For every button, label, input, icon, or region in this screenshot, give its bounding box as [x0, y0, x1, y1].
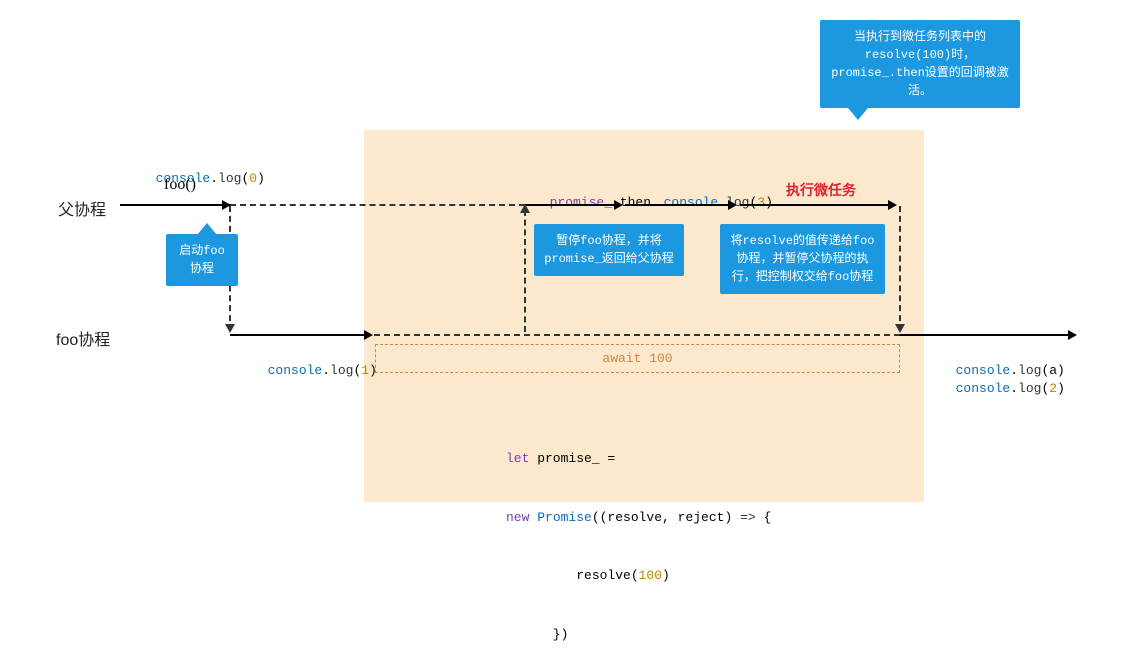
microtask-note-tail — [848, 108, 868, 120]
parent-line-2a — [525, 204, 620, 206]
foo-arrow-2 — [1068, 330, 1077, 340]
pause-foo-callout: 暂停foo协程，并将promise_返回给父协程 — [534, 224, 684, 276]
foo-line-1 — [230, 334, 370, 336]
foo-coroutine-label: foo协程 — [56, 326, 110, 350]
microtask-note-text: 当执行到微任务列表中的resolve(100)时，promise_.then设置… — [831, 30, 1009, 98]
start-foo-tail — [197, 223, 217, 235]
start-foo-text: 启动foo 协程 — [179, 244, 225, 276]
await-text: await 100 — [602, 351, 672, 366]
arrow-2 — [614, 200, 623, 210]
parent-line-1 — [120, 204, 230, 206]
pause-foo-text: 暂停foo协程，并将promise_返回给父协程 — [544, 234, 674, 266]
arrow-4 — [888, 200, 897, 210]
v-arrow-2 — [520, 204, 530, 213]
pass-resolve-text: 将resolve的值传递给foo协程，并暂停父协程的执行，把控制权交给foo协程 — [730, 234, 874, 284]
console-log-2: console.log(2) — [940, 366, 1065, 396]
v-arrow-3 — [895, 324, 905, 333]
foo-call: foo() — [164, 176, 196, 194]
pass-resolve-callout: 将resolve的值传递给foo协程，并暂停父协程的执行，把控制权交给foo协程 — [720, 224, 885, 294]
v-arrow-1 — [225, 324, 235, 333]
arrow-3 — [728, 200, 737, 210]
parent-coroutine-label: 父协程 — [58, 196, 106, 220]
console-log-0: console.log(0) — [140, 156, 265, 186]
start-foo-callout: 启动foo 协程 — [166, 234, 238, 286]
foo-line-2 — [900, 334, 1075, 336]
parent-line-2b — [625, 204, 735, 206]
console-log-1: console.log(1) — [252, 348, 377, 378]
exec-microtask-label: 执行微任务 — [786, 180, 856, 200]
microtask-note-callout: 当执行到微任务列表中的resolve(100)时，promise_.then设置… — [820, 20, 1020, 108]
v-conn-2 — [524, 210, 526, 332]
parent-line-dashed — [230, 204, 525, 206]
parent-line-2c — [740, 204, 895, 206]
v-conn-3 — [899, 206, 901, 331]
foo-line-dashed — [374, 334, 900, 336]
foo-arrow-1 — [364, 330, 373, 340]
await-box: await 100 — [375, 344, 900, 373]
code-snippet: let promise_ = new Promise((resolve, rej… — [506, 410, 771, 664]
